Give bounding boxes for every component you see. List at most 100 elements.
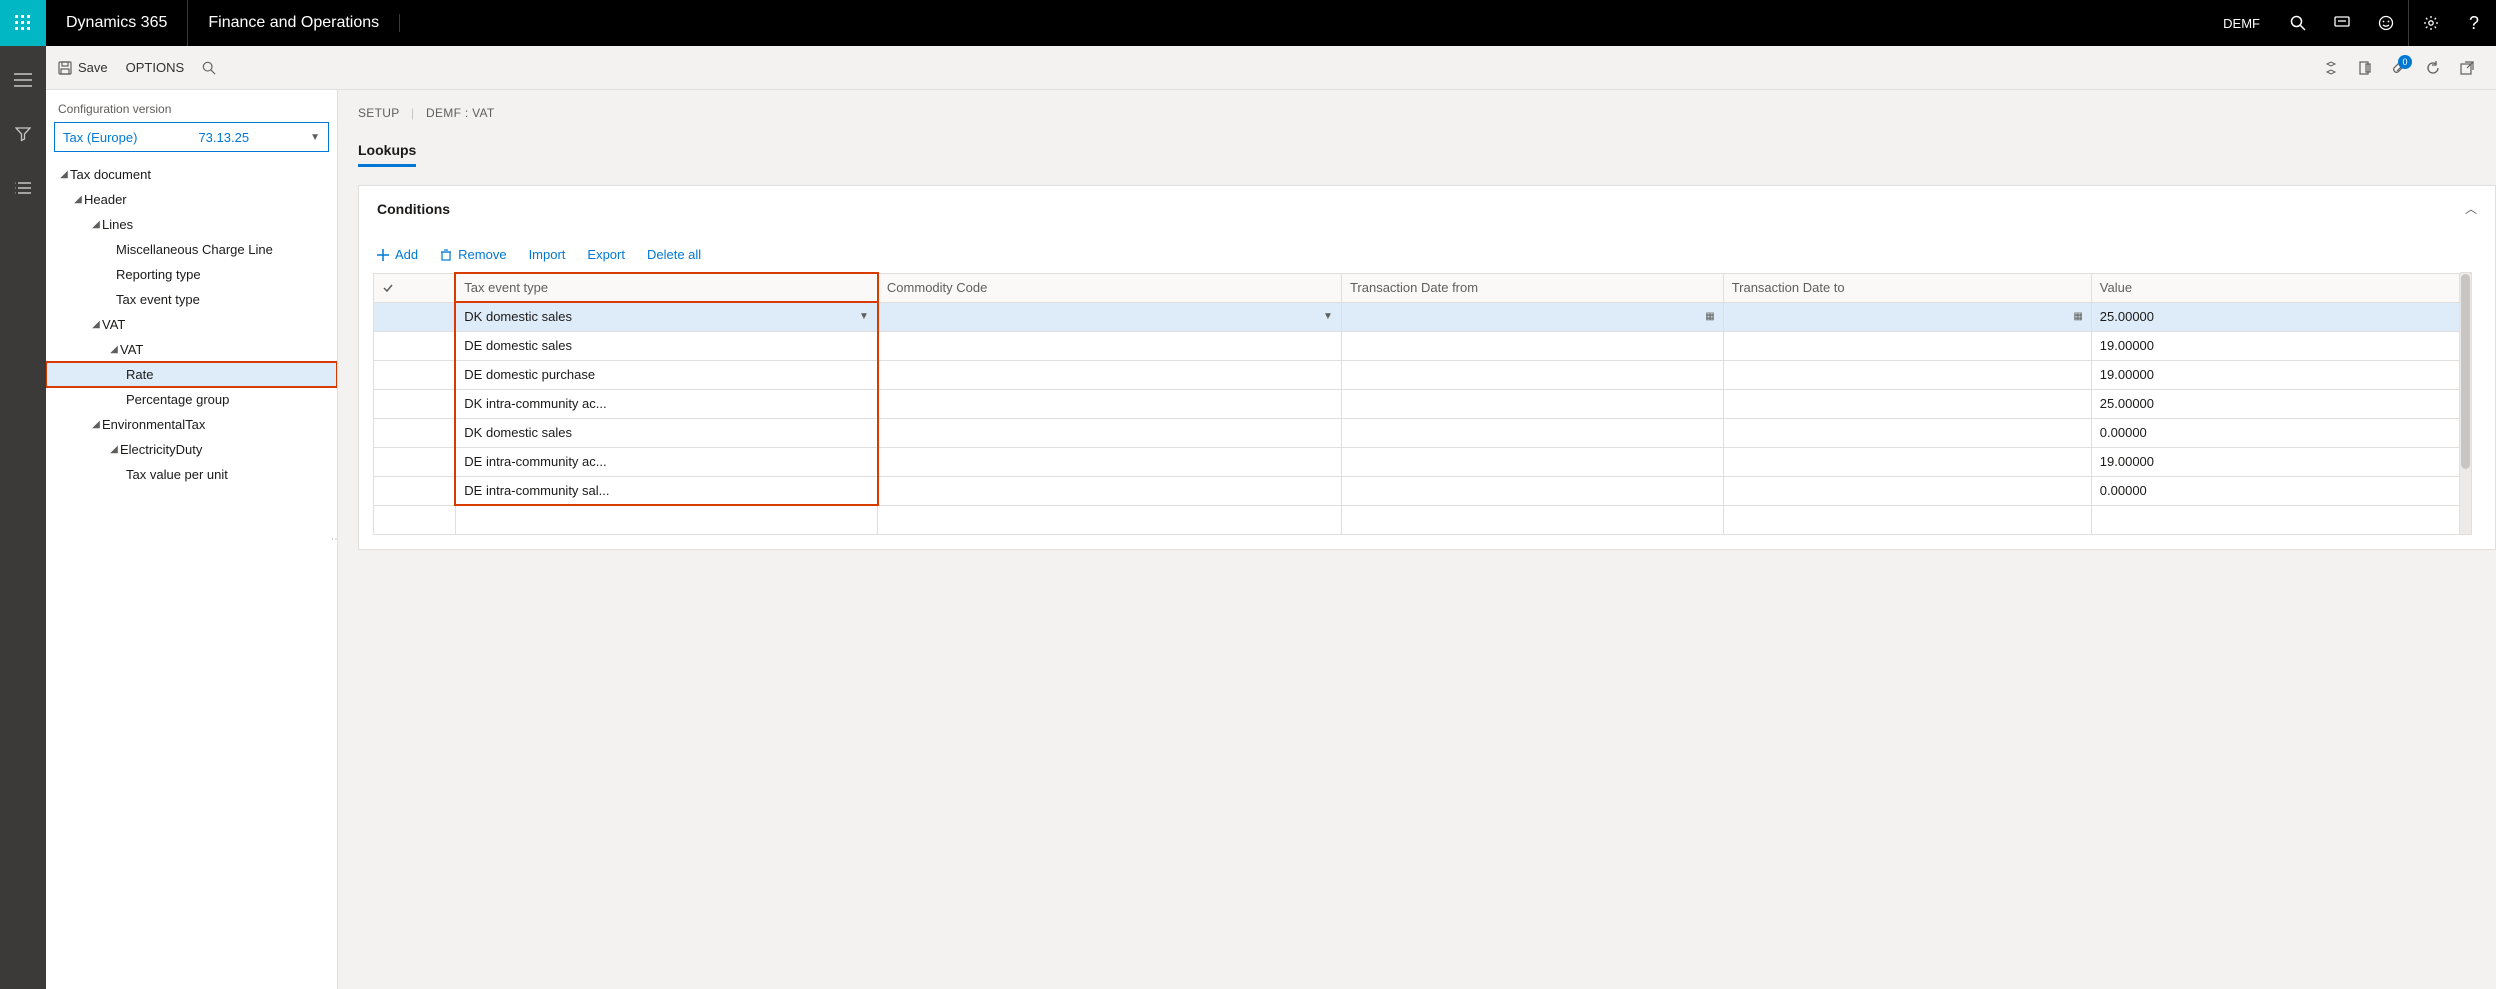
cell-date-from[interactable]: ▦ [1341,302,1723,331]
cell-commodity-code-lookup[interactable]: ▼ [878,302,1342,331]
options-button[interactable]: OPTIONS [126,60,185,75]
tree-node-header[interactable]: ◢Header [46,187,337,212]
cell-value[interactable]: 0.00000 [2091,476,2459,505]
cell-tax-event[interactable]: DE intra-community ac... [455,447,878,476]
cell-commodity-code[interactable] [878,447,1342,476]
help-button[interactable]: ? [2452,0,2496,46]
conditions-header[interactable]: Conditions ︿ [359,186,2495,231]
select-all-checkbox[interactable] [374,273,456,302]
cell-date-from[interactable] [1341,476,1723,505]
cell-commodity-code[interactable] [878,389,1342,418]
cell-date-to[interactable] [1723,360,2091,389]
cell-date-from[interactable] [1341,331,1723,360]
tree-node-vat-sub[interactable]: ◢VAT [46,337,337,362]
cell-date-to[interactable] [1723,331,2091,360]
cell-date-from[interactable] [1341,418,1723,447]
cell-tax-event[interactable]: DK intra-community ac... [455,389,878,418]
cell-value[interactable]: 25.00000 [2091,389,2459,418]
cell-value[interactable]: 19.00000 [2091,360,2459,389]
col-tx-date-to[interactable]: Transaction Date to [1723,273,2091,302]
tree-node-percentage-group[interactable]: Percentage group [46,387,337,412]
cell-value[interactable]: 0.00000 [2091,418,2459,447]
row-checkbox[interactable] [374,389,456,418]
cell-date-from[interactable] [1341,447,1723,476]
tree-node-vat[interactable]: ◢VAT [46,312,337,337]
tree-node-reporting-type[interactable]: Reporting type [46,262,337,287]
row-checkbox[interactable] [374,418,456,447]
tree-node-tax-event-type[interactable]: Tax event type [46,287,337,312]
cell-commodity-code[interactable] [878,476,1342,505]
row-checkbox[interactable] [374,476,456,505]
cell-value[interactable]: 19.00000 [2091,331,2459,360]
breadcrumb-setup[interactable]: SETUP [358,106,399,120]
table-row[interactable]: DE domestic purchase 19.00000 [374,360,2460,389]
col-value[interactable]: Value [2091,273,2459,302]
cell-value[interactable]: 25.00000 [2091,302,2459,331]
action-search-button[interactable] [202,61,216,75]
cell-commodity-code[interactable] [878,418,1342,447]
feedback-button[interactable] [2364,0,2408,46]
messages-button[interactable] [2320,0,2364,46]
table-row[interactable]: DE intra-community ac... 19.00000 [374,447,2460,476]
hamburger-button[interactable] [11,68,35,92]
config-version-dropdown[interactable]: Tax (Europe) 73.13.25 ▼ [54,122,329,152]
tree-node-tax-document[interactable]: ◢Tax document [46,162,337,187]
cell-tax-event[interactable]: DE intra-community sal... [455,476,878,505]
col-tx-date-from[interactable]: Transaction Date from [1341,273,1723,302]
row-checkbox[interactable] [374,447,456,476]
row-checkbox[interactable] [374,331,456,360]
cell-tax-event[interactable]: DK domestic sales [455,418,878,447]
cell-date-from[interactable] [1341,389,1723,418]
table-row[interactable]: DK domestic sales▼ ▼ ▦ [374,302,2460,331]
cell-date-to[interactable]: ▦ [1723,302,2091,331]
tree-node-rate[interactable]: Rate [46,362,337,387]
tree-node-misc-charge-line[interactable]: Miscellaneous Charge Line [46,237,337,262]
table-row[interactable]: DE intra-community sal... 0.00000 [374,476,2460,505]
cell-date-from[interactable] [1341,360,1723,389]
personalize-button[interactable] [2324,61,2338,75]
cell-tax-event[interactable]: DE domestic sales [455,331,878,360]
tree-node-environmental-tax[interactable]: ◢EnvironmentalTax [46,412,337,437]
tab-lookups[interactable]: Lookups [358,142,416,167]
table-row[interactable]: DK domestic sales 0.00000 [374,418,2460,447]
add-button[interactable]: Add [377,247,418,262]
export-button[interactable]: Export [587,247,625,262]
cell-tax-event-dropdown[interactable]: DK domestic sales▼ [455,302,878,331]
settings-button[interactable] [2408,0,2452,46]
tree-node-lines[interactable]: ◢Lines [46,212,337,237]
cell-date-to[interactable] [1723,476,2091,505]
row-checkbox[interactable] [374,360,456,389]
cell-date-to[interactable] [1723,447,2091,476]
table-row[interactable]: DE domestic sales 19.00000 [374,331,2460,360]
filter-rail-button[interactable] [11,122,35,146]
col-tax-event-type[interactable]: Tax event type [455,273,878,302]
search-button[interactable] [2276,0,2320,46]
col-commodity-code[interactable]: Commodity Code [878,273,1342,302]
row-checkbox[interactable] [374,302,456,331]
save-button[interactable]: Save [58,60,108,75]
import-button[interactable]: Import [529,247,566,262]
popout-button[interactable] [2460,61,2474,75]
tree-node-electricity-duty[interactable]: ◢ElectricityDuty [46,437,337,462]
attachments-button[interactable]: 0 [2392,61,2406,75]
vertical-scrollbar[interactable] [2460,272,2472,535]
company-picker[interactable]: DEMF [2207,16,2276,31]
app-launcher-button[interactable] [0,0,46,46]
brand-link[interactable]: Dynamics 365 [46,14,187,32]
cell-date-to[interactable] [1723,418,2091,447]
cell-commodity-code[interactable] [878,331,1342,360]
tree-node-tax-value-per-unit[interactable]: Tax value per unit [46,462,337,487]
scrollbar-thumb[interactable] [2461,274,2470,469]
refresh-button[interactable] [2426,61,2440,75]
resize-handle[interactable]: ⋮ [330,534,338,546]
remove-button[interactable]: Remove [440,247,506,262]
list-rail-button[interactable] [11,176,35,200]
table-row[interactable]: DK intra-community ac... 25.00000 [374,389,2460,418]
office-addin-button[interactable] [2358,61,2372,75]
cell-tax-event[interactable]: DE domestic purchase [455,360,878,389]
cell-value[interactable]: 19.00000 [2091,447,2459,476]
module-link[interactable]: Finance and Operations [188,14,400,32]
cell-date-to[interactable] [1723,389,2091,418]
delete-all-button[interactable]: Delete all [647,247,701,262]
cell-commodity-code[interactable] [878,360,1342,389]
